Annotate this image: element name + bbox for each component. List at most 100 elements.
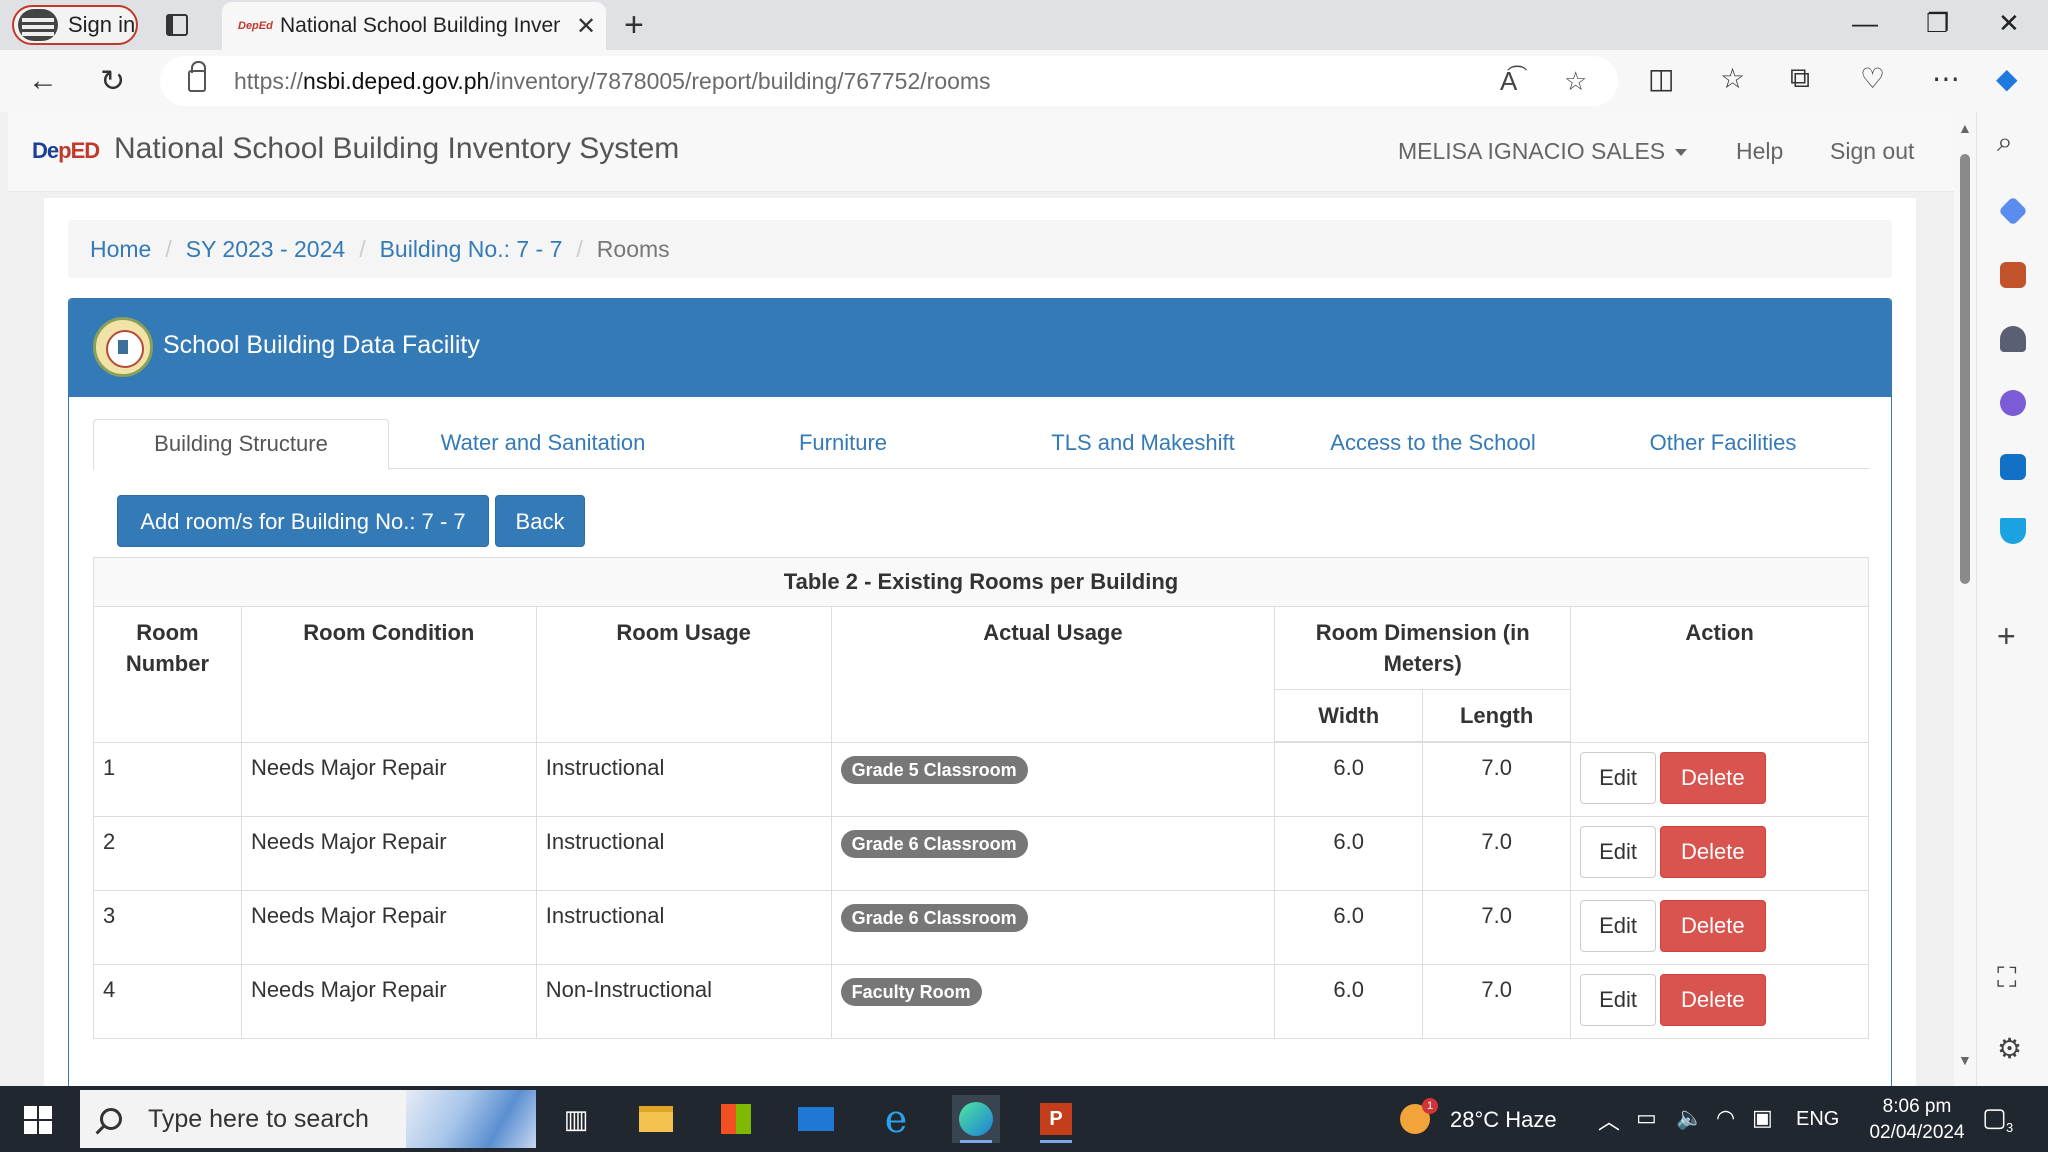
cell-room-condition: Needs Major Repair [240,741,537,817]
breadcrumb-school-year[interactable]: SY 2023 - 2024 [186,236,345,263]
sidebar-microsoft365-icon[interactable] [2000,390,2026,416]
tab-furniture[interactable]: Furniture [693,419,993,469]
battery-icon[interactable]: ▭ [1636,1105,1657,1131]
windows-start-icon[interactable] [24,1106,52,1134]
edge-sidebar: ⌕ + ⛶ ⚙ [1976,112,2048,1086]
sidebar-shopping-icon[interactable] [1998,196,2028,226]
scrollbar-thumb[interactable] [1960,154,1970,584]
cell-width: 6.0 [1274,815,1424,891]
volume-icon[interactable]: 🔈 [1676,1105,1703,1131]
language-indicator[interactable]: ENG [1796,1108,1839,1131]
sidebar-screenshot-icon[interactable]: ⛶ [1997,962,2017,995]
cell-room-number: 2 [93,815,242,891]
tab-actions-icon[interactable] [166,14,188,36]
sidebar-games-icon[interactable] [2000,326,2026,352]
edit-button[interactable]: Edit [1580,751,1657,804]
breadcrumb-home[interactable]: Home [90,236,151,263]
favorite-star-icon[interactable]: ☆ [1564,66,1587,97]
microsoft-store-icon[interactable] [712,1095,760,1143]
scroll-up-icon[interactable]: ▲ [1958,120,1972,136]
wifi-icon[interactable]: ◠ [1716,1105,1735,1131]
header-action: Action [1570,606,1869,743]
cell-actual-usage: Faculty Room [830,963,1276,1039]
signout-link[interactable]: Sign out [1830,138,1914,165]
delete-button[interactable]: Delete [1660,973,1766,1026]
active-indicator [960,1140,992,1143]
back-button[interactable]: Back [495,495,585,547]
refresh-icon[interactable]: ↻ [100,64,125,99]
tab-access-school[interactable]: Access to the School [1283,419,1583,469]
sidebar-add-icon[interactable]: + [1997,618,2016,655]
address-bar[interactable]: https://nsbi.deped.gov.ph/inventory/7878… [160,56,1618,106]
browser-essentials-icon[interactable]: ♡ [1860,62,1885,95]
network-icon[interactable]: ▣ [1752,1105,1773,1131]
sidebar-outlook-icon[interactable] [2000,454,2026,480]
cell-actual-usage: Grade 6 Classroom [830,889,1276,965]
weather-text[interactable]: 28°C Haze [1450,1107,1557,1133]
panel-heading: School Building Data Facility [69,299,1891,397]
actual-usage-badge: Grade 6 Classroom [840,903,1028,932]
cell-room-number: 1 [93,741,242,817]
mail-icon[interactable] [792,1095,840,1143]
tab-other-facilities[interactable]: Other Facilities [1573,419,1873,469]
notification-center-icon[interactable]: ▢ [1982,1102,2007,1133]
read-aloud-icon[interactable]: A͡ [1500,66,1517,97]
deped-favicon-icon: DepEd [238,20,273,32]
profile-signin-button[interactable]: Sign in [12,5,138,45]
tab-tls-makeshift[interactable]: TLS and Makeshift [993,419,1293,469]
split-screen-icon[interactable]: ◫ [1648,62,1674,95]
tab-building-structure[interactable]: Building Structure [93,419,389,470]
powerpoint-letter: P [1040,1103,1072,1135]
user-dropdown[interactable]: MELISA IGNACIO SALES [1398,138,1688,165]
new-tab-button[interactable]: + [624,6,644,45]
delete-button[interactable]: Delete [1660,825,1766,878]
minimize-icon[interactable]: — [1852,8,1878,39]
header-room-usage: Room Usage [535,606,832,743]
url-scheme: https:// [234,67,304,94]
restore-icon[interactable]: ❐ [1926,8,1949,39]
site-title[interactable]: National School Building Inventory Syste… [114,132,679,166]
breadcrumb-separator: / [359,235,366,262]
sidebar-drop-icon[interactable] [2000,518,2026,544]
page-scrollbar[interactable]: ▲ ▼ [1954,112,1976,1086]
favorites-icon[interactable]: ☆ [1720,62,1745,95]
breadcrumb-current: Rooms [596,235,670,262]
sidebar-settings-icon[interactable]: ⚙ [1997,1032,2022,1065]
add-room-button[interactable]: Add room/s for Building No.: 7 - 7 [117,495,489,547]
tab-close-icon[interactable]: ✕ [576,12,596,41]
powerpoint-icon[interactable]: P [1032,1095,1080,1143]
file-explorer-icon[interactable] [632,1095,680,1143]
chevron-up-icon[interactable]: ︿ [1598,1104,1620,1136]
edge-browser-icon[interactable] [952,1095,1000,1143]
browser-tab-active[interactable]: DepEd National School Building Invento ✕ [222,2,606,50]
sidebar-tools-icon[interactable] [2000,262,2026,288]
internet-explorer-icon[interactable]: e [872,1095,920,1143]
help-link[interactable]: Help [1736,138,1783,165]
copilot-icon[interactable]: ◆ [1996,62,2018,95]
more-menu-icon[interactable]: ⋯ [1932,62,1960,95]
actual-usage-badge: Grade 5 Classroom [840,755,1028,784]
scroll-down-icon[interactable]: ▼ [1958,1052,1972,1068]
delete-button[interactable]: Delete [1660,751,1766,804]
window-close-icon[interactable]: ✕ [1998,8,2020,39]
collections-icon[interactable]: ⧉ [1790,62,1810,95]
delete-button[interactable]: Delete [1660,899,1766,952]
cell-room-number: 4 [93,963,242,1039]
back-arrow-icon[interactable]: ← [28,64,58,98]
header-length: Length [1422,689,1572,743]
edit-button[interactable]: Edit [1580,825,1657,878]
edit-button[interactable]: Edit [1580,973,1657,1026]
notification-count: 3 [2006,1120,2014,1135]
task-view-icon[interactable]: ▥ [552,1095,600,1143]
sidebar-search-icon[interactable]: ⌕ [1997,126,2013,159]
lock-icon [188,61,206,92]
weather-badge: 1 [1422,1098,1438,1114]
cell-length: 7.0 [1422,741,1572,817]
tab-water-sanitation[interactable]: Water and Sanitation [393,419,693,469]
breadcrumb-building[interactable]: Building No.: 7 - 7 [380,236,563,263]
edit-button[interactable]: Edit [1580,899,1657,952]
taskbar-search-input[interactable]: Type here to search [80,1090,536,1148]
search-highlight-image [406,1090,536,1148]
taskbar-clock[interactable]: 8:06 pm 02/04/2024 [1862,1094,1972,1146]
deped-logo[interactable]: DepED [32,138,100,164]
